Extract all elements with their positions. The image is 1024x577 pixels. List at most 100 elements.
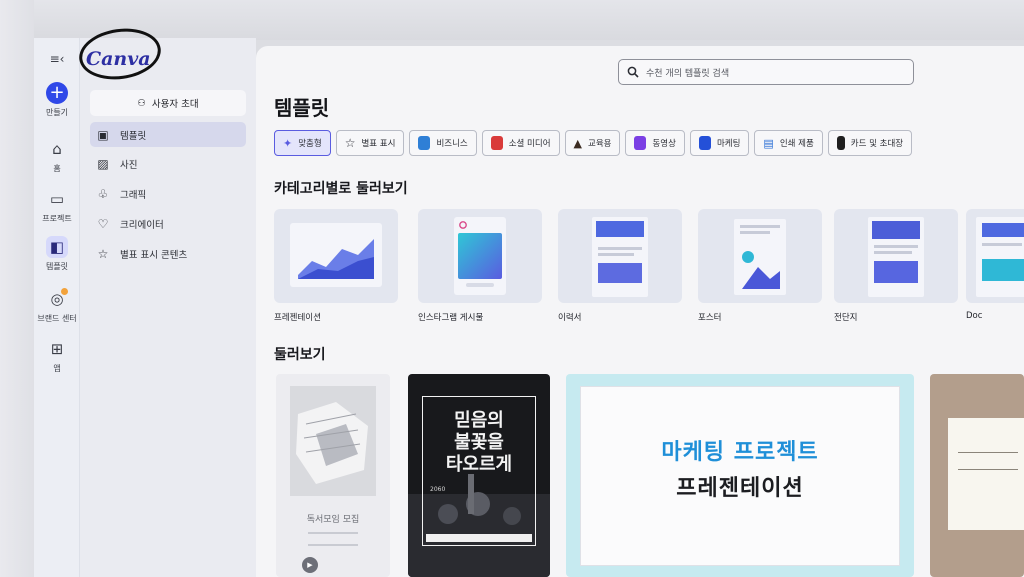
category-card-doc[interactable] bbox=[966, 209, 1024, 303]
sidebar-item-photos[interactable]: ▨ 사진 bbox=[90, 151, 246, 176]
rail-item-templates[interactable]: ◧ 템플릿 bbox=[34, 236, 80, 272]
template-card-book-club[interactable]: 독서모임 모집 ▶ bbox=[276, 374, 390, 577]
category-chips: ✦ 맞춤형 ☆ 별표 표시 비즈니스 소셜 미디어 ▲ 교육용 동영상 마케팅 … bbox=[274, 130, 913, 156]
monitor-bezel-left bbox=[0, 0, 34, 577]
book-photo bbox=[290, 386, 376, 496]
chip-label: 소셜 미디어 bbox=[508, 139, 551, 149]
rail-item-projects[interactable]: ▭ 프로젝트 bbox=[34, 188, 80, 224]
rail-item-brand-center[interactable]: ◎ 브랜드 센터 bbox=[34, 288, 80, 324]
poster-thumbnail bbox=[734, 219, 786, 295]
card-title: 독서모임 모집 bbox=[306, 515, 360, 525]
apps-icon: ⊞ bbox=[50, 340, 64, 358]
presentation-thumbnail bbox=[290, 223, 382, 287]
category-card-instagram-post[interactable] bbox=[418, 209, 542, 303]
chip-starred[interactable]: ☆ 별표 표시 bbox=[335, 130, 405, 156]
business-icon bbox=[418, 136, 431, 150]
chip-video[interactable]: 동영상 bbox=[625, 130, 685, 156]
flyer-thumbnail bbox=[868, 217, 924, 297]
category-label: 프레젠테이션 bbox=[274, 313, 321, 323]
templates-icon: ◧ bbox=[46, 236, 68, 258]
chip-label: 교육용 bbox=[588, 139, 612, 149]
chip-marketing[interactable]: 마케팅 bbox=[689, 130, 750, 156]
chip-custom[interactable]: ✦ 맞춤형 bbox=[274, 130, 331, 156]
social-media-icon bbox=[490, 136, 503, 150]
collapse-menu-button[interactable]: ≡‹ bbox=[34, 48, 80, 73]
page-title: 템플릿 bbox=[274, 96, 330, 120]
category-label: 인스타그램 게시물 bbox=[418, 313, 484, 323]
card-text-lines bbox=[308, 532, 358, 546]
graduation-cap-icon: ▲ bbox=[573, 136, 582, 150]
folder-icon: ▭ bbox=[49, 190, 65, 208]
home-icon: ⌂ bbox=[52, 140, 62, 158]
play-icon[interactable]: ▶ bbox=[302, 557, 318, 573]
template-icon: ▣ bbox=[97, 127, 109, 142]
category-label: 포스터 bbox=[698, 313, 722, 323]
users-icon: ⚇ bbox=[137, 97, 146, 109]
search-input[interactable]: 수천 개의 템플릿 검색 bbox=[618, 59, 914, 85]
note-paper bbox=[948, 418, 1024, 530]
note-handwriting bbox=[958, 452, 1018, 470]
megaphone-icon bbox=[698, 136, 711, 150]
sidebar-item-starred[interactable]: ☆ 별표 표시 콘텐츠 bbox=[90, 241, 246, 266]
sidebar-item-graphics[interactable]: ♧ 그래픽 bbox=[90, 181, 246, 206]
rail-brand-label: 브랜드 센터 bbox=[37, 314, 77, 323]
category-label: Doc bbox=[966, 311, 983, 321]
collapse-menu-icon: ≡‹ bbox=[49, 52, 65, 66]
category-label: 전단지 bbox=[834, 313, 858, 323]
graphic-icon: ♧ bbox=[97, 186, 109, 201]
rail-templates-label: 템플릿 bbox=[45, 262, 69, 271]
sidebar-item-templates[interactable]: ▣ 템플릿 bbox=[90, 122, 246, 147]
sidebar-item-creators[interactable]: ♡ 크리에이터 bbox=[90, 211, 246, 236]
chip-label: 인쇄 제품 bbox=[779, 139, 814, 149]
poster-year: 2060 bbox=[430, 486, 446, 493]
chip-print-products[interactable]: ▤ 인쇄 제품 bbox=[754, 130, 823, 156]
poster-footer-bar bbox=[426, 534, 532, 542]
create-button[interactable]: + 만들기 bbox=[34, 82, 80, 118]
templates-sidebar: Canva ⚇ 사용자 초대 ▣ 템플릿 ▨ 사진 ♧ 그래픽 ♡ 크리에이터 … bbox=[75, 23, 256, 577]
monitor-bezel-top bbox=[0, 0, 1024, 40]
chip-label: 맞춤형 bbox=[298, 139, 322, 149]
category-card-poster[interactable] bbox=[698, 209, 822, 303]
invite-users-button[interactable]: ⚇ 사용자 초대 bbox=[90, 90, 246, 116]
template-card-event-poster[interactable]: 믿음의 불꽃을 타오르게 2060 bbox=[408, 374, 550, 577]
chip-business[interactable]: 비즈니스 bbox=[409, 130, 477, 156]
rail-home-label: 홈 bbox=[53, 164, 61, 173]
chip-social-media[interactable]: 소셜 미디어 bbox=[481, 130, 560, 156]
category-card-flyer[interactable] bbox=[834, 209, 958, 303]
poster-headline-3: 타오르게 bbox=[445, 454, 513, 475]
chip-label: 동영상 bbox=[652, 139, 676, 149]
canva-logo[interactable]: Canva bbox=[86, 48, 151, 70]
chip-cards-invitations[interactable]: 카드 및 초대장 bbox=[827, 130, 913, 156]
chip-label: 카드 및 초대장 bbox=[850, 139, 904, 149]
doc-thumbnail bbox=[976, 217, 1024, 297]
chip-label: 비즈니스 bbox=[436, 139, 468, 149]
instagram-post-thumbnail bbox=[454, 217, 506, 295]
slide-heading: 마케팅 프로젝트 bbox=[661, 440, 819, 465]
template-card-marketing-presentation[interactable]: 마케팅 프로젝트 프레젠테이션 bbox=[566, 374, 914, 577]
invite-label: 사용자 초대 bbox=[151, 99, 199, 110]
rail-item-home[interactable]: ⌂ 홈 bbox=[34, 138, 80, 174]
printer-icon: ▤ bbox=[763, 136, 774, 150]
category-label: 이력서 bbox=[558, 313, 582, 323]
chip-label: 마케팅 bbox=[716, 139, 741, 149]
search-icon bbox=[627, 66, 639, 78]
chip-education[interactable]: ▲ 교육용 bbox=[564, 130, 621, 156]
sidebar-item-label: 템플릿 bbox=[120, 130, 147, 142]
categories-title: 카테고리별로 둘러보기 bbox=[274, 181, 408, 197]
create-label: 만들기 bbox=[45, 108, 69, 117]
sidebar-item-label: 사진 bbox=[120, 159, 138, 171]
template-card-note[interactable] bbox=[930, 374, 1024, 577]
left-rail: ≡‹ + 만들기 ⌂ 홈 ▭ 프로젝트 ◧ 템플릿 ◎ 브랜드 센터 ⊞ 앱 bbox=[34, 38, 80, 577]
photo-icon: ▨ bbox=[97, 156, 109, 171]
browse-title: 둘러보기 bbox=[274, 347, 326, 363]
rail-projects-label: 프로젝트 bbox=[42, 214, 72, 223]
star-icon: ☆ bbox=[344, 136, 356, 150]
sparkle-icon: ✦ bbox=[283, 136, 293, 150]
rail-item-apps[interactable]: ⊞ 앱 bbox=[34, 338, 80, 374]
plus-icon: + bbox=[46, 82, 68, 104]
category-card-presentation[interactable] bbox=[274, 209, 398, 303]
category-card-resume[interactable] bbox=[558, 209, 682, 303]
resume-thumbnail bbox=[592, 217, 648, 297]
sidebar-item-label: 그래픽 bbox=[120, 189, 147, 201]
notification-dot bbox=[61, 288, 68, 295]
